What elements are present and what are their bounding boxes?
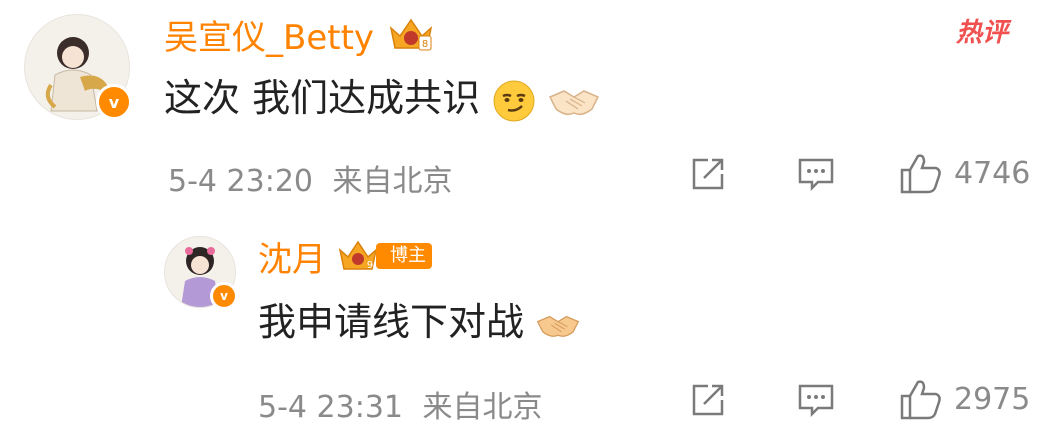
comment-icon [798, 158, 834, 192]
comment-meta: 5-4 23:20 来自北京 [168, 156, 453, 200]
reply-button[interactable] [796, 154, 836, 194]
crown-level-icon: 8 [389, 18, 433, 51]
share-button[interactable] [688, 380, 728, 420]
comment-meta: 5-4 23:31 来自北京 [258, 382, 543, 426]
comment-body: 我申请线下对战 [258, 300, 525, 344]
like-button[interactable]: 2975 [898, 376, 1030, 422]
handshake-emoji-icon [536, 315, 580, 337]
comment-author[interactable]: 吴宣仪_Betty [164, 10, 374, 59]
thumbs-up-icon [900, 154, 941, 194]
comment-date: 5-4 23:31 [258, 390, 403, 425]
verified-icon: v [210, 282, 238, 310]
svg-text:8: 8 [422, 39, 428, 50]
crown-level-icon: 9 [338, 240, 378, 271]
comment-text: 我申请线下对战 [258, 298, 580, 346]
comment-location: 来自北京 [332, 164, 453, 199]
comment-text: 这次 我们达成共识 [164, 74, 600, 123]
blogger-badge: 博主 [376, 243, 432, 269]
like-count: 4746 [954, 155, 1031, 191]
smirk-emoji-icon [493, 80, 535, 121]
hot-comment-badge: 热评 [956, 18, 1009, 48]
share-button[interactable] [688, 154, 728, 194]
share-icon [692, 384, 724, 416]
share-icon [692, 158, 724, 190]
comment-location: 来自北京 [422, 390, 543, 425]
comment-author[interactable]: 沈月 [258, 232, 326, 281]
comment-icon [798, 384, 834, 418]
reply-button[interactable] [796, 380, 836, 420]
thumbs-up-icon [900, 380, 941, 420]
like-count: 2975 [954, 381, 1031, 417]
svg-text:9: 9 [367, 260, 373, 271]
verified-icon: v [96, 84, 132, 120]
handshake-emoji-icon [549, 89, 600, 115]
like-button[interactable]: 4746 [898, 150, 1030, 196]
comment-date: 5-4 23:20 [168, 164, 313, 199]
comment-body: 这次 我们达成共识 [164, 76, 481, 120]
